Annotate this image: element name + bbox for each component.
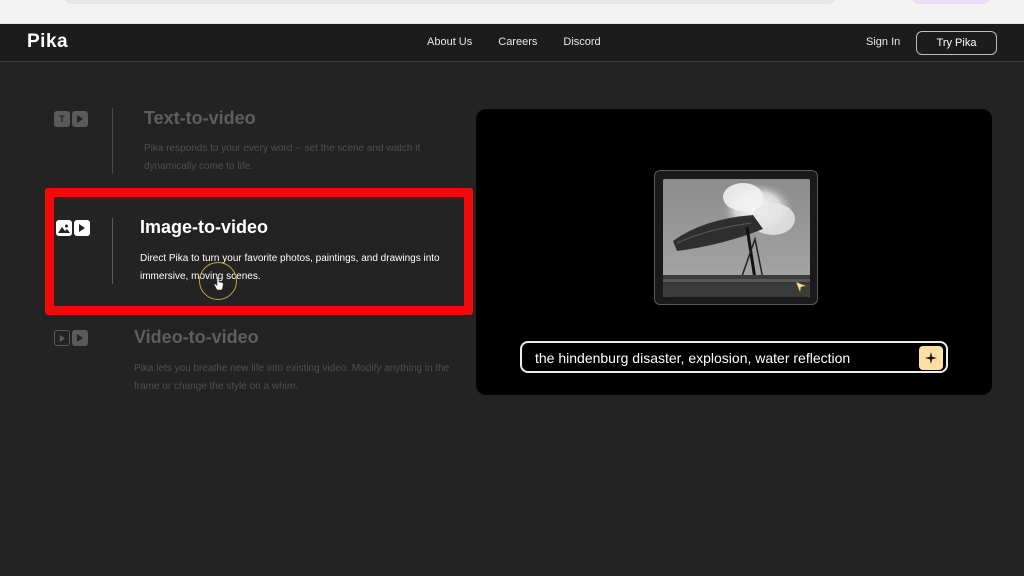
pika-logo[interactable]: Pika xyxy=(27,31,68,53)
browser-chrome-strip xyxy=(0,0,1024,24)
nav-link-about-us[interactable]: About Us xyxy=(427,36,472,48)
feature-title: Text-to-video xyxy=(144,108,256,128)
nav-links: About Us Careers Discord xyxy=(427,36,601,48)
feature-icons xyxy=(54,330,88,346)
play-icon xyxy=(74,220,90,236)
feature-description: Direct Pika to turn your favorite photos… xyxy=(140,253,440,282)
nav-link-discord[interactable]: Discord xyxy=(563,36,600,48)
feature-description: Pika lets you breathe new life into exis… xyxy=(134,363,450,392)
prompt-text: the hindenburg disaster, explosion, wate… xyxy=(535,350,851,366)
feature-icons xyxy=(56,220,90,236)
feature-divider xyxy=(112,108,113,174)
play-icon xyxy=(72,111,88,127)
prompt-input[interactable]: the hindenburg disaster, explosion, wate… xyxy=(520,341,948,373)
arrow-cursor-icon xyxy=(795,281,807,293)
play-outline-icon xyxy=(54,330,70,346)
browser-extension-pill[interactable] xyxy=(912,0,990,4)
feature-divider xyxy=(112,218,113,284)
generate-button[interactable] xyxy=(919,346,943,370)
address-bar[interactable] xyxy=(64,0,836,4)
sign-in-link[interactable]: Sign In xyxy=(866,36,900,48)
uploaded-image-frame xyxy=(654,170,818,305)
image-icon xyxy=(56,220,72,236)
demo-preview-panel: the hindenburg disaster, explosion, wate… xyxy=(476,109,992,395)
feature-title: Image-to-video xyxy=(140,217,269,237)
nav-link-careers[interactable]: Careers xyxy=(498,36,537,48)
feature-icons: T xyxy=(54,111,88,127)
play-icon xyxy=(72,330,88,346)
hand-cursor-icon xyxy=(213,275,224,295)
sparkle-icon xyxy=(925,352,937,364)
try-pika-button[interactable]: Try Pika xyxy=(916,31,997,55)
feature-title: Video-to-video xyxy=(134,327,259,347)
hindenburg-photo xyxy=(663,179,810,297)
feature-description: Pika responds to your every word -- set … xyxy=(144,143,421,172)
text-icon: T xyxy=(54,111,70,127)
top-navigation: Pika About Us Careers Discord Sign In Tr… xyxy=(0,24,1024,62)
